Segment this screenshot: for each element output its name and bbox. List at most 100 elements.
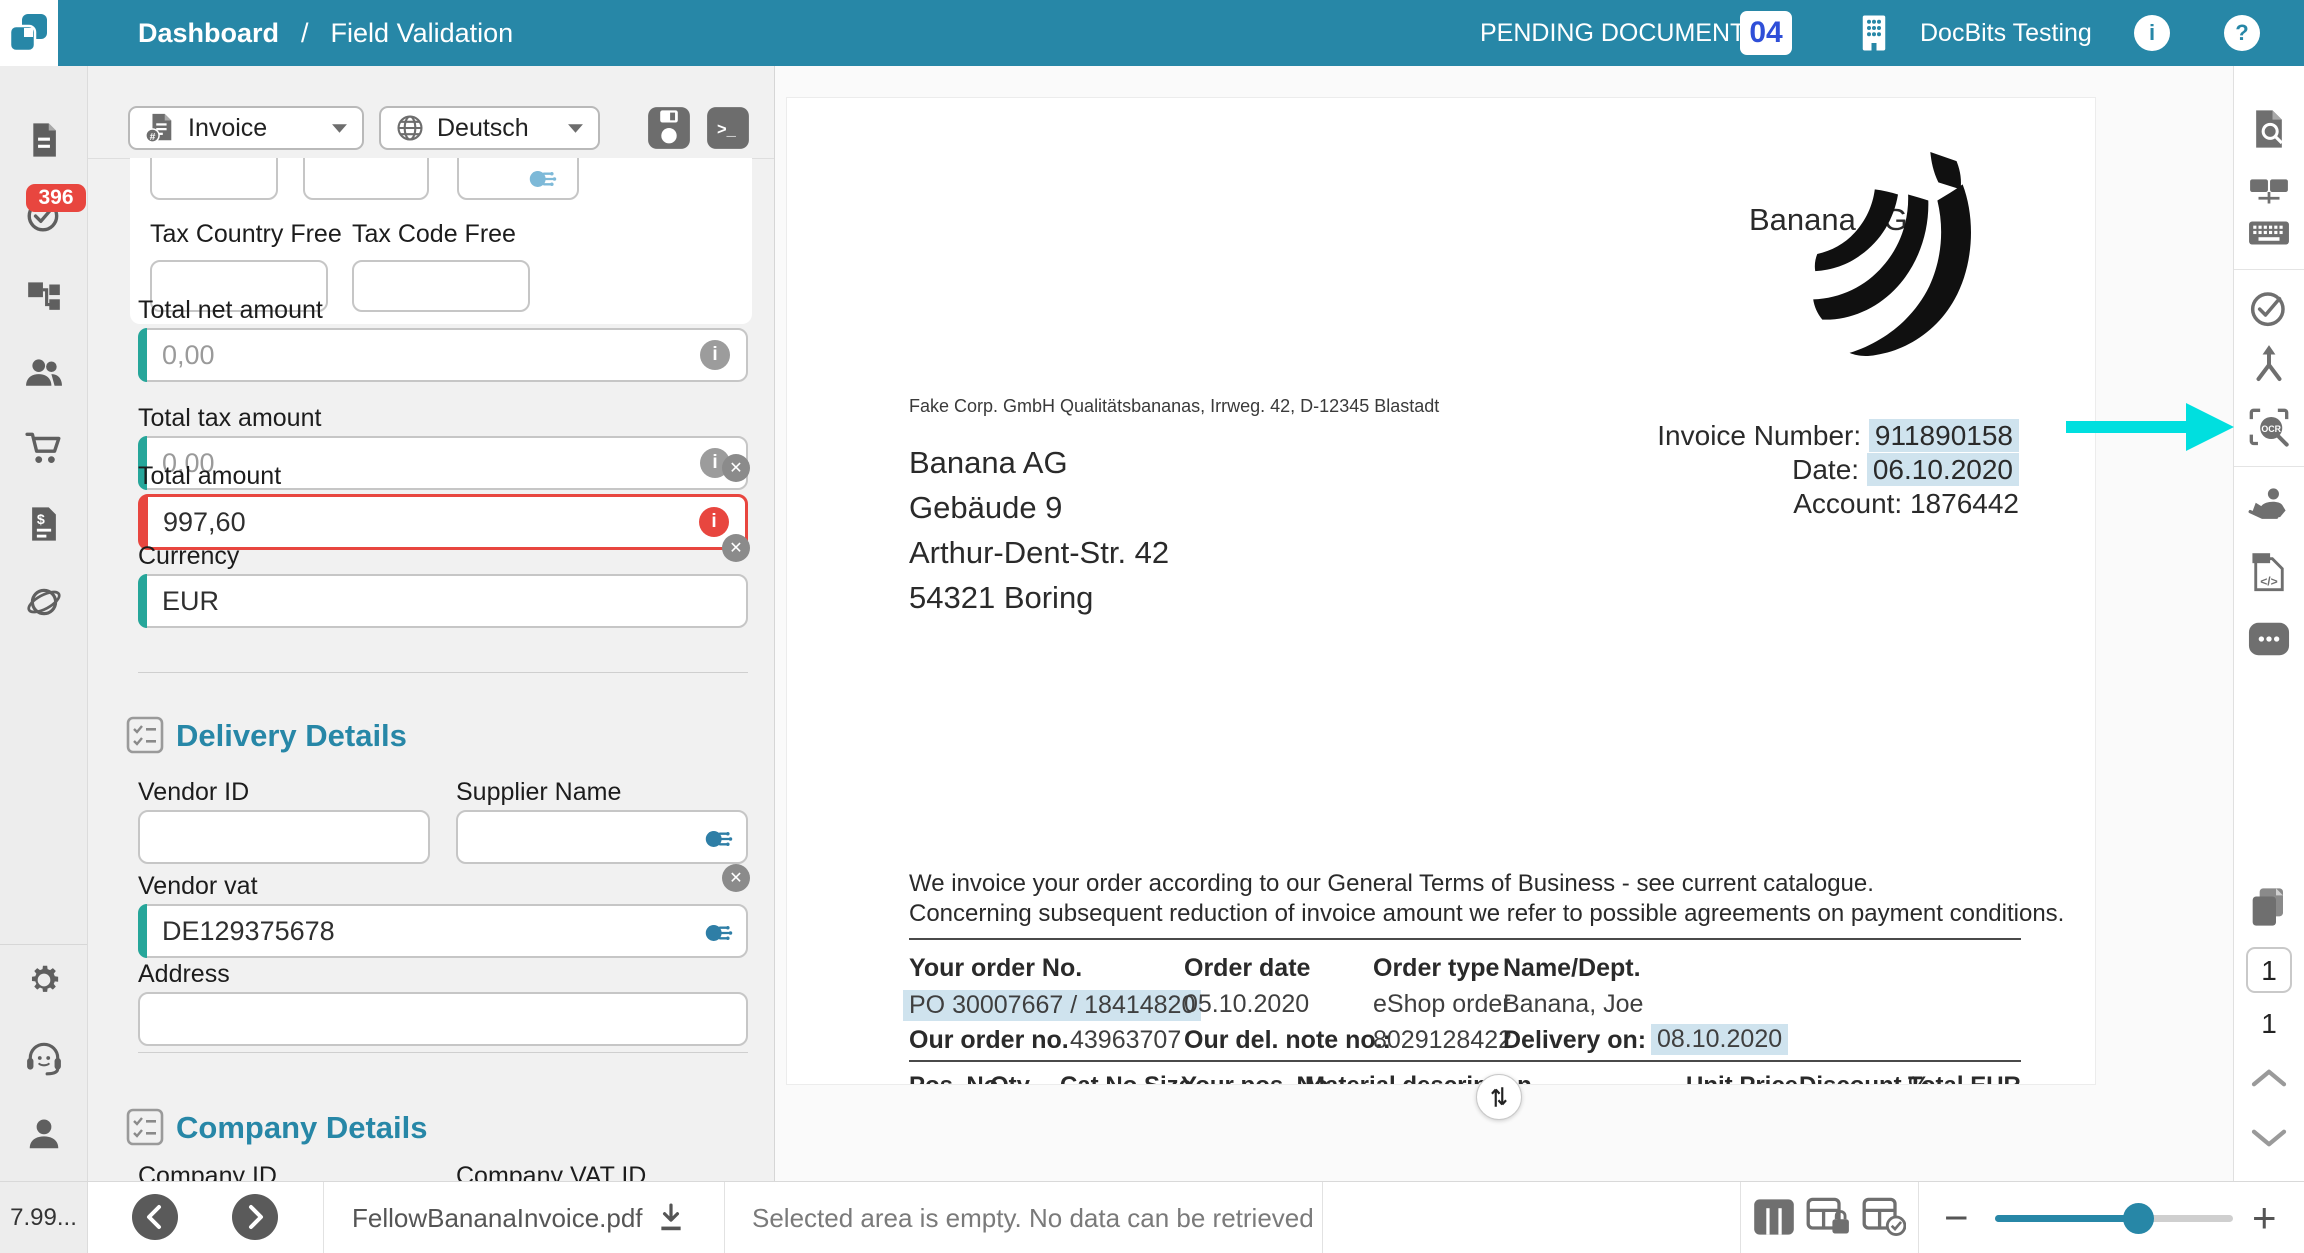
document-type-icon: # <box>144 112 176 144</box>
total-net-amount-input[interactable] <box>162 330 635 380</box>
doc-del-note-value: 8029128422 <box>1373 1026 1512 1055</box>
doc-our-order-value: 43963707 <box>1070 1026 1181 1055</box>
doc-order-header: Order date <box>1184 954 1310 983</box>
clear-total-amount-icon[interactable]: ✕ <box>722 454 750 482</box>
zoom-in-button[interactable]: + <box>2252 1182 2277 1253</box>
toolbar-divider <box>2234 466 2304 467</box>
approve-check-icon[interactable] <box>2248 287 2290 329</box>
doc-invoice-number-label: Invoice Number: <box>1657 420 1861 451</box>
document-type-select[interactable]: # Invoice <box>128 106 364 150</box>
page-total-label: 1 <box>2234 1008 2304 1040</box>
copy-pages-icon[interactable] <box>2248 886 2290 928</box>
column-layout-icon[interactable] <box>1752 1197 1796 1237</box>
zoom-out-button[interactable]: − <box>1944 1182 1969 1253</box>
doc-date-value[interactable]: 06.10.2020 <box>1867 453 2019 486</box>
documents-icon[interactable] <box>25 121 63 159</box>
plug-connector-icon[interactable] <box>704 824 734 854</box>
hand-over-icon[interactable] <box>2248 484 2290 526</box>
info-icon[interactable]: i <box>700 340 730 370</box>
field-accent-error <box>139 495 148 549</box>
doc-order-value-po[interactable]: PO 30007667 / 18414820 <box>903 990 1201 1021</box>
invoice-document-icon[interactable]: $ <box>25 505 63 543</box>
ocr-icon[interactable]: OCR <box>2248 407 2290 449</box>
page-number-input[interactable]: 1 <box>2246 947 2292 993</box>
resize-panel-handle[interactable] <box>1476 1074 1522 1120</box>
plug-connector-icon[interactable] <box>704 918 734 948</box>
workflow-icon[interactable] <box>25 275 63 313</box>
tax-field-stub-1[interactable] <box>150 158 278 200</box>
doc-our-order-label: Our order no. <box>909 1026 1069 1055</box>
doc-table-header: Unit Price <box>1686 1072 1798 1085</box>
doc-order-header: Name/Dept. <box>1503 954 1641 983</box>
dual-monitor-icon[interactable] <box>2248 171 2290 213</box>
table-check-icon[interactable] <box>1862 1197 1906 1237</box>
vendor-id-input[interactable] <box>162 812 387 862</box>
keyboard-icon[interactable] <box>2248 212 2290 254</box>
tax-field-stub-2[interactable] <box>303 158 429 200</box>
doc-table-header: Cat.No.Size <box>1060 1072 1192 1085</box>
clear-currency-icon[interactable]: ✕ <box>722 534 750 562</box>
section-checklist-icon <box>126 1108 164 1146</box>
support-headset-icon[interactable] <box>25 1039 63 1077</box>
tax-field-stub-3[interactable] <box>457 158 579 200</box>
save-button[interactable] <box>646 106 692 150</box>
company-vat-id-label: Company VAT ID <box>456 1162 646 1181</box>
language-select[interactable]: Deutsch <box>379 106 600 150</box>
breadcrumb-current: Field Validation <box>331 18 514 49</box>
supplier-name-input[interactable] <box>480 812 682 862</box>
doc-delivery-on-label: Delivery on: <box>1503 1026 1646 1055</box>
help-icon[interactable]: ? <box>2224 15 2260 51</box>
zoom-slider[interactable] <box>1995 1215 2233 1222</box>
total-amount-input[interactable] <box>163 497 634 547</box>
user-profile-icon[interactable] <box>25 1115 63 1153</box>
doc-delivery-on-value[interactable]: 08.10.2020 <box>1651 1024 1788 1055</box>
export-code-icon[interactable]: </> <box>2248 551 2290 593</box>
doc-account-value: 1876442 <box>1910 488 2019 519</box>
info-icon[interactable]: i <box>2134 15 2170 51</box>
zoom-slider-thumb[interactable] <box>2123 1203 2154 1234</box>
merge-split-icon[interactable] <box>2248 344 2290 386</box>
bottombar-divider <box>323 1182 324 1253</box>
organization-name[interactable]: DocBits Testing <box>1920 19 2092 48</box>
plug-connector-icon[interactable] <box>528 164 558 194</box>
up-down-arrows-icon <box>1488 1084 1510 1110</box>
version-label: 7.99... <box>0 1182 88 1253</box>
doc-invoice-number-row: Invoice Number: 911890158 <box>1657 420 2019 452</box>
doc-date-row: Date: 06.10.2020 <box>1792 454 2019 486</box>
error-info-icon[interactable]: i <box>699 507 729 537</box>
table-lock-icon[interactable] <box>1806 1197 1850 1237</box>
settings-gear-icon[interactable] <box>25 961 63 999</box>
users-icon[interactable] <box>25 353 63 391</box>
currency-input[interactable] <box>162 576 635 626</box>
console-button[interactable]: >_ <box>705 106 751 150</box>
previous-document-button[interactable] <box>132 1194 178 1240</box>
top-bar: Dashboard / Field Validation PENDING DOC… <box>0 0 2304 66</box>
page-up-icon[interactable] <box>2248 1068 2290 1088</box>
invoice-page[interactable]: Banana AG Fake Corp. GmbH Qualitätsbanan… <box>786 97 2096 1085</box>
document-preview-icon[interactable] <box>2248 108 2290 150</box>
integrations-orbit-icon[interactable] <box>25 583 63 621</box>
tax-country-free-label: Tax Country Free <box>150 220 342 249</box>
field-validation-panel: # Invoice Deutsch >_ <box>88 66 775 1181</box>
address-input[interactable] <box>162 994 635 1044</box>
doc-invoice-number-value[interactable]: 911890158 <box>1869 419 2019 452</box>
download-icon[interactable] <box>656 1202 686 1234</box>
purchase-orders-cart-icon[interactable] <box>25 429 63 467</box>
more-options-icon[interactable] <box>2248 618 2290 660</box>
page-down-icon[interactable] <box>2248 1128 2290 1148</box>
document-filename[interactable]: FellowBananaInvoice.pdf <box>352 1182 643 1253</box>
vendor-vat-input[interactable] <box>162 906 647 956</box>
total-net-amount-field: i <box>138 328 748 382</box>
clear-vendor-vat-icon[interactable]: ✕ <box>722 864 750 892</box>
pending-documents-count[interactable]: 04 <box>1740 11 1792 55</box>
hash-glyph: # <box>150 132 156 143</box>
selection-status-message: Selected area is empty. No data can be r… <box>752 1182 1314 1253</box>
breadcrumb-dashboard[interactable]: Dashboard <box>138 18 279 49</box>
currency-field <box>138 574 748 628</box>
document-type-value: Invoice <box>188 114 319 143</box>
next-document-button[interactable] <box>232 1194 278 1240</box>
app-logo[interactable] <box>0 0 58 66</box>
total-net-amount-label: Total net amount <box>138 296 323 325</box>
language-value: Deutsch <box>437 114 555 143</box>
tax-code-free-input[interactable] <box>376 262 512 310</box>
